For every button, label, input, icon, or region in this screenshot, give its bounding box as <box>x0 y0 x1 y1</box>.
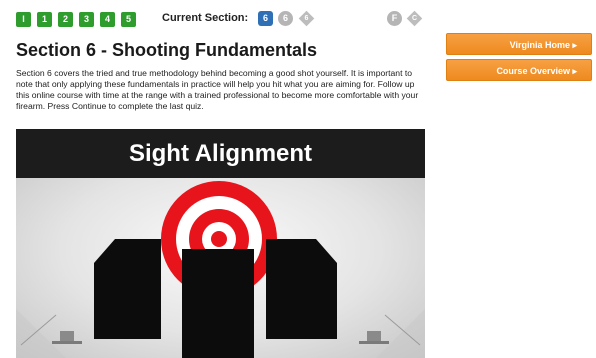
sight-alignment-video[interactable]: Sight Alignment <box>16 129 425 358</box>
section-button-4[interactable]: 4 <box>100 12 115 27</box>
current-section-badge: 6 <box>258 11 273 26</box>
sight-alignment-illustration <box>16 181 425 358</box>
section-button-intro[interactable]: I <box>16 12 31 27</box>
diamond-label: 6 <box>304 15 309 22</box>
rear-sight-right <box>266 239 337 339</box>
virginia-home-button[interactable]: Virginia Home ▸ <box>446 33 592 55</box>
section-6-quiz-badge[interactable]: 6 <box>278 11 293 26</box>
diamond-label: C <box>411 15 418 22</box>
section-button-2[interactable]: 2 <box>58 12 73 27</box>
section-button-3[interactable]: 3 <box>79 12 94 27</box>
certificate-diamond[interactable]: C <box>406 10 423 27</box>
front-sight-post <box>182 249 254 358</box>
floor-shadow-left <box>16 309 66 358</box>
section-6-complete-diamond[interactable]: 6 <box>298 10 315 27</box>
section-button-1[interactable]: 1 <box>37 12 52 27</box>
rear-sight-left <box>94 239 161 339</box>
page-title: Section 6 - Shooting Fundamentals <box>16 40 318 60</box>
course-overview-button[interactable]: Course Overview ▸ <box>446 59 592 81</box>
section-description: Section 6 covers the tried and true meth… <box>16 68 419 111</box>
floor-shadow-right <box>376 309 425 358</box>
current-section-label: Current Section: <box>162 12 249 24</box>
section-button-5[interactable]: 5 <box>121 12 136 27</box>
section-nav: I 1 2 3 4 5 Current Section: 6 6 6 F C <box>0 0 440 38</box>
target-bullseye <box>211 231 227 247</box>
final-quiz-badge[interactable]: F <box>387 11 402 26</box>
